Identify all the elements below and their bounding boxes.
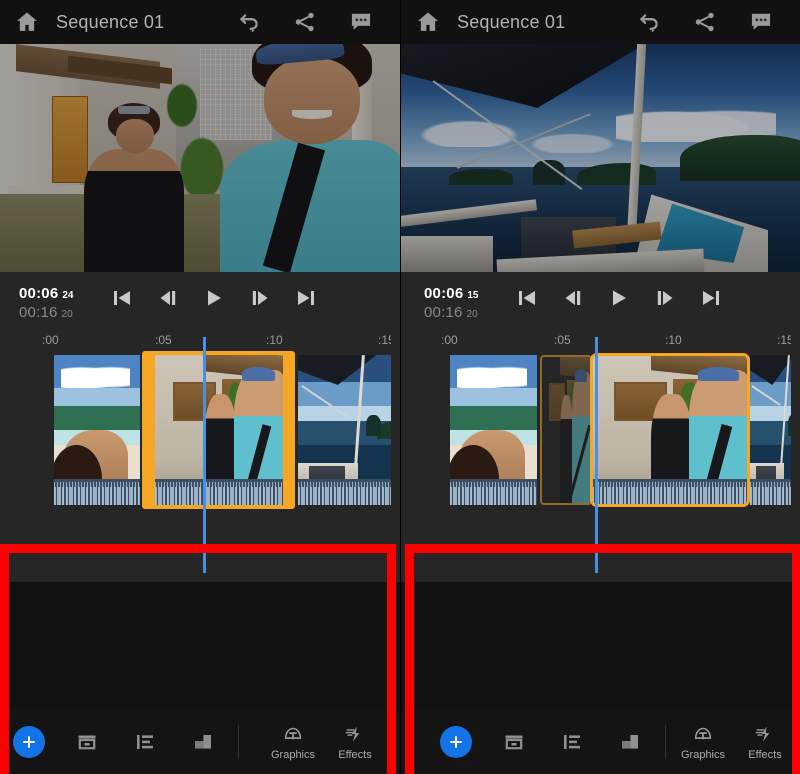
transport-buttons xyxy=(109,287,319,309)
video-preview[interactable] xyxy=(401,44,800,272)
app-header: Sequence 01 xyxy=(0,0,400,44)
current-timecode: 00:06 xyxy=(424,285,463,302)
graphics-tool[interactable]: Graphics xyxy=(672,710,734,774)
effects-label: Effects xyxy=(748,749,781,761)
ruler-tick: :10 xyxy=(665,333,682,347)
toolbar-divider xyxy=(238,725,239,759)
add-button[interactable] xyxy=(0,710,58,774)
timecode-display: 00:06 24 00:16 20 xyxy=(19,285,74,321)
skip-to-end-button[interactable] xyxy=(698,287,724,309)
skip-to-start-button[interactable] xyxy=(109,287,135,309)
ruler-tick: :00 xyxy=(42,333,59,347)
media-browser-icon[interactable] xyxy=(485,710,543,774)
audio-waveform xyxy=(750,479,791,505)
step-forward-button[interactable] xyxy=(247,287,273,309)
undo-icon[interactable] xyxy=(636,9,662,35)
timecode-display: 00:06 15 00:16 20 xyxy=(424,285,479,321)
step-forward-button[interactable] xyxy=(652,287,678,309)
transport-bar: 00:06 24 00:16 20 xyxy=(9,281,391,331)
align-text-icon[interactable] xyxy=(116,710,174,774)
current-timecode: 00:06 xyxy=(19,285,58,302)
ruler-tick: :10 xyxy=(266,333,283,347)
home-icon[interactable] xyxy=(14,9,40,35)
audio-waveform xyxy=(592,479,748,505)
duration-timecode: 00:16 xyxy=(424,304,463,321)
layers-icon[interactable] xyxy=(601,710,659,774)
current-frames: 24 xyxy=(62,290,73,301)
effects-tool[interactable]: Effects xyxy=(734,710,796,774)
audio-waveform xyxy=(54,479,140,505)
header-actions xyxy=(236,9,386,35)
duration-timecode: 00:16 xyxy=(19,304,58,321)
clip-boat[interactable] xyxy=(750,355,791,505)
timeline-panel: 00:06 15 00:16 20 xyxy=(401,272,800,582)
ruler-tick: :05 xyxy=(155,333,172,347)
step-back-button[interactable] xyxy=(560,287,586,309)
media-browser-icon[interactable] xyxy=(58,710,116,774)
timeline-track-area[interactable] xyxy=(414,355,791,573)
ruler-tick: :15 xyxy=(378,333,391,347)
ruler-tick: :15 xyxy=(777,333,791,347)
playhead[interactable] xyxy=(203,337,206,573)
current-frames: 15 xyxy=(467,290,478,301)
timeline-track-area[interactable] xyxy=(9,355,391,573)
comment-icon[interactable] xyxy=(748,9,774,35)
layers-icon[interactable] xyxy=(174,710,232,774)
clip-beach[interactable] xyxy=(54,355,140,505)
graphics-label: Graphics xyxy=(271,749,315,761)
duration-frames: 20 xyxy=(62,309,73,320)
transport-bar: 00:06 15 00:16 20 xyxy=(414,281,791,331)
clip-beach[interactable] xyxy=(450,355,537,505)
play-button[interactable] xyxy=(606,287,632,309)
undo-icon[interactable] xyxy=(236,9,262,35)
panel-right: Sequence 01 xyxy=(400,0,800,774)
timeline-ruler[interactable]: :00 :05 :10 :15 xyxy=(414,331,791,355)
step-back-button[interactable] xyxy=(155,287,181,309)
effects-tool[interactable]: Effects xyxy=(324,710,386,774)
clip-house-selected[interactable] xyxy=(142,351,295,509)
timeline-panel: 00:06 24 00:16 20 xyxy=(0,272,400,582)
playhead[interactable] xyxy=(595,337,598,573)
app-header: Sequence 01 xyxy=(401,0,800,44)
toolbar-divider xyxy=(665,725,666,759)
audio-waveform xyxy=(298,479,391,505)
trim-handle-right[interactable] xyxy=(283,351,295,509)
ruler-tick: :00 xyxy=(441,333,458,347)
bottom-toolbar: Graphics Effects xyxy=(401,710,800,774)
graphics-label: Graphics xyxy=(681,749,725,761)
app-screen: Sequence 01 xyxy=(0,0,800,774)
home-icon[interactable] xyxy=(415,9,441,35)
comment-icon[interactable] xyxy=(348,9,374,35)
panel-left: Sequence 01 xyxy=(0,0,400,774)
header-actions xyxy=(636,9,786,35)
clip-house-trim-ghost[interactable] xyxy=(540,355,592,505)
add-button[interactable] xyxy=(427,710,485,774)
skip-to-start-button[interactable] xyxy=(514,287,540,309)
bottom-toolbar: Graphics Effects xyxy=(0,710,400,774)
audio-waveform xyxy=(155,479,283,505)
plus-icon xyxy=(13,726,45,758)
clip-boat[interactable] xyxy=(298,355,391,505)
sequence-title: Sequence 01 xyxy=(457,12,565,33)
audio-waveform xyxy=(450,479,537,505)
transport-buttons xyxy=(514,287,724,309)
clip-house-selected[interactable] xyxy=(592,355,748,505)
plus-icon xyxy=(440,726,472,758)
video-preview[interactable] xyxy=(0,44,400,272)
sequence-title: Sequence 01 xyxy=(56,12,164,33)
duration-frames: 20 xyxy=(467,309,478,320)
play-button[interactable] xyxy=(201,287,227,309)
skip-to-end-button[interactable] xyxy=(293,287,319,309)
share-icon[interactable] xyxy=(692,9,718,35)
effects-label: Effects xyxy=(338,749,371,761)
ruler-tick: :05 xyxy=(554,333,571,347)
align-text-icon[interactable] xyxy=(543,710,601,774)
trim-handle-left[interactable] xyxy=(142,351,155,509)
graphics-tool[interactable]: Graphics xyxy=(262,710,324,774)
share-icon[interactable] xyxy=(292,9,318,35)
